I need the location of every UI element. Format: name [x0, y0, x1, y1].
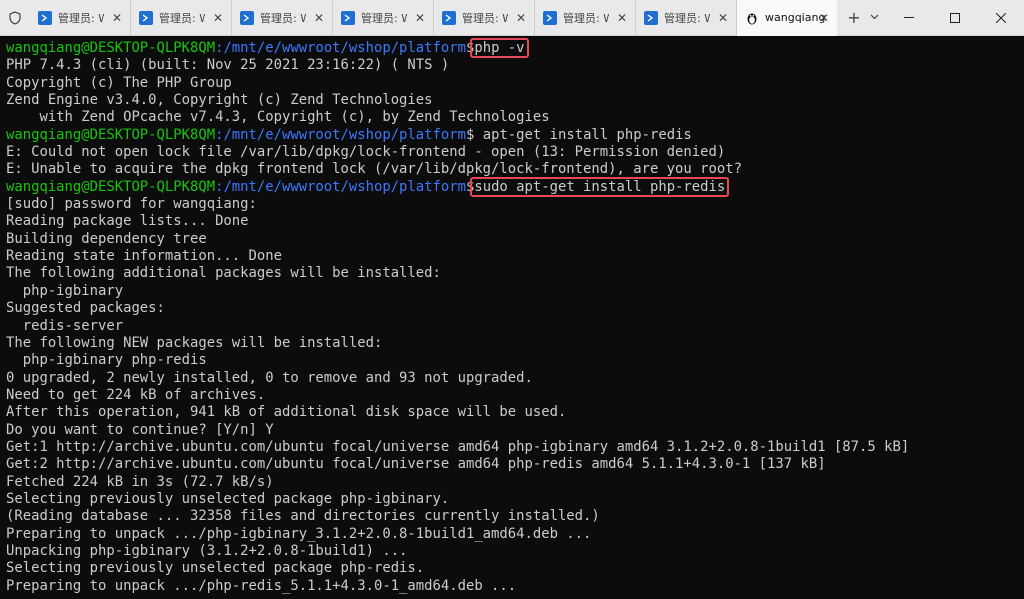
prompt-path: :/mnt/e/wwwroot/wshop/platform	[215, 178, 466, 195]
tab-dropdown-button[interactable]	[867, 12, 881, 23]
prompt-line-2: wangqiang@DESKTOP-QLPK8QM:/mnt/e/wwwroot…	[6, 127, 1018, 144]
output-line: Selecting previously unselected package …	[6, 490, 450, 507]
output-line: php-igbinary php-redis	[6, 352, 207, 369]
output-line: PHP 7.4.3 (cli) (built: Nov 25 2021 23:1…	[6, 57, 450, 74]
output-line: Copyright (c) The PHP Group	[6, 74, 232, 91]
tab-wangqiang-active[interactable]: wangqiang ✕	[737, 0, 837, 36]
window-controls	[886, 0, 1024, 36]
close-tab-icon[interactable]: ✕	[415, 11, 425, 25]
powershell-icon	[240, 10, 254, 25]
linux-penguin-icon	[745, 11, 759, 25]
output-line: Selecting previously unselected package …	[6, 560, 425, 577]
output-line: Get:2 http://archive.ubuntu.com/ubuntu f…	[6, 456, 826, 473]
tab-admin-7[interactable]: 管理员: Wi ✕	[636, 0, 737, 36]
command-text: apt-get install php-redis	[482, 126, 692, 143]
output-line: Suggested packages:	[6, 300, 165, 317]
new-tab-button[interactable]: +	[841, 8, 867, 27]
output-line: The following NEW packages will be insta…	[6, 334, 383, 351]
output-line: The following additional packages will b…	[6, 265, 441, 282]
terminal-output[interactable]: wangqiang@DESKTOP-QLPK8QM:/mnt/e/wwwroot…	[0, 36, 1024, 599]
tab-admin-3[interactable]: 管理员: Wi ✕	[232, 0, 333, 36]
error-line: E: Could not open lock file /var/lib/dpk…	[6, 144, 726, 161]
powershell-icon	[139, 10, 153, 25]
prompt-line-3: wangqiang@DESKTOP-QLPK8QM:/mnt/e/wwwroot…	[6, 176, 1018, 197]
close-tab-icon[interactable]: ✕	[617, 11, 627, 25]
prompt-path: :/mnt/e/wwwroot/wshop/platform	[215, 40, 466, 56]
output-line: Need to get 224 kB of archives.	[6, 386, 266, 403]
shield-icon	[0, 0, 30, 36]
output-line: Zend Engine v3.4.0, Copyright (c) Zend T…	[6, 92, 433, 109]
output-line: Unpacking php-igbinary (3.1.2+2.0.8-1bui…	[6, 542, 408, 559]
close-tab-icon[interactable]: ✕	[213, 11, 223, 25]
tab-bar: 管理员: Wi ✕ 管理员: Wi ✕ 管理员: Wi ✕ 管理员: Wi ✕ …	[0, 0, 1024, 36]
tab-label: 管理员: Wi	[58, 11, 104, 25]
close-tab-icon[interactable]: ✕	[516, 11, 526, 25]
command-apt-get	[474, 127, 482, 143]
close-window-button[interactable]	[978, 0, 1024, 36]
output-line: Get:1 http://archive.ubuntu.com/ubuntu f…	[6, 438, 910, 455]
prompt-user: wangqiang@DESKTOP-QLPK8QM	[6, 178, 216, 195]
powershell-icon	[543, 10, 557, 25]
output-line: Building dependency tree	[6, 230, 207, 247]
tab-admin-4[interactable]: 管理员: Wi ✕	[333, 0, 434, 36]
output-line: php-igbinary	[6, 282, 124, 299]
command-sudo-highlight: sudo apt-get install php-redis	[470, 176, 730, 197]
close-tab-icon[interactable]: ✕	[112, 11, 122, 25]
close-tab-icon[interactable]: ✕	[718, 11, 728, 25]
powershell-icon	[38, 10, 52, 25]
prompt-user: wangqiang@DESKTOP-QLPK8QM	[6, 40, 216, 56]
tab-label: 管理员: Wi	[260, 11, 306, 25]
tab-admin-6[interactable]: 管理员: Wi ✕	[535, 0, 636, 36]
tab-label: 管理员: Wi	[361, 11, 407, 25]
output-line: [sudo] password for wangqiang:	[6, 196, 257, 213]
output-line: with Zend OPcache v7.4.3, Copyright (c),…	[6, 109, 550, 126]
output-line: Preparing to unpack .../php-igbinary_3.1…	[6, 525, 592, 542]
output-line: Preparing to unpack .../php-redis_5.1.1+…	[6, 577, 517, 594]
output-line: Reading package lists... Done	[6, 213, 249, 230]
tab-admin-5[interactable]: 管理员: Wi ✕	[434, 0, 535, 36]
powershell-icon	[442, 10, 456, 25]
output-line: 0 upgraded, 2 newly installed, 0 to remo…	[6, 369, 533, 386]
tab-label: 管理员: Wi	[462, 11, 508, 25]
tab-label: 管理员: Wi	[664, 11, 710, 25]
tab-admin-1[interactable]: 管理员: Wi ✕	[30, 0, 131, 36]
output-line: (Reading database ... 32358 files and di…	[6, 508, 600, 525]
tab-label: wangqiang	[765, 11, 826, 24]
powershell-icon	[644, 10, 658, 25]
command-php-v-highlight: php -v	[470, 38, 529, 58]
output-line: Fetched 224 kB in 3s (72.7 kB/s)	[6, 473, 274, 490]
close-tab-icon[interactable]: ✕	[314, 11, 324, 25]
close-tab-icon[interactable]: ✕	[819, 11, 829, 25]
output-line: Do you want to continue? [Y/n] Y	[6, 421, 274, 438]
tab-admin-2[interactable]: 管理员: Wi ✕	[131, 0, 232, 36]
output-line: After this operation, 941 kB of addition…	[6, 404, 567, 421]
prompt-user: wangqiang@DESKTOP-QLPK8QM	[6, 126, 216, 143]
tab-label: 管理员: Wi	[159, 11, 205, 25]
minimize-button[interactable]	[886, 0, 932, 36]
tab-label: 管理员: Wi	[563, 11, 609, 25]
output-line: Reading state information... Done	[6, 248, 282, 265]
powershell-icon	[341, 10, 355, 25]
prompt-line-1: wangqiang@DESKTOP-QLPK8QM:/mnt/e/wwwroot…	[6, 38, 1018, 58]
maximize-button[interactable]	[932, 0, 978, 36]
prompt-path: :/mnt/e/wwwroot/wshop/platform	[215, 126, 466, 143]
output-line: redis-server	[6, 317, 124, 334]
